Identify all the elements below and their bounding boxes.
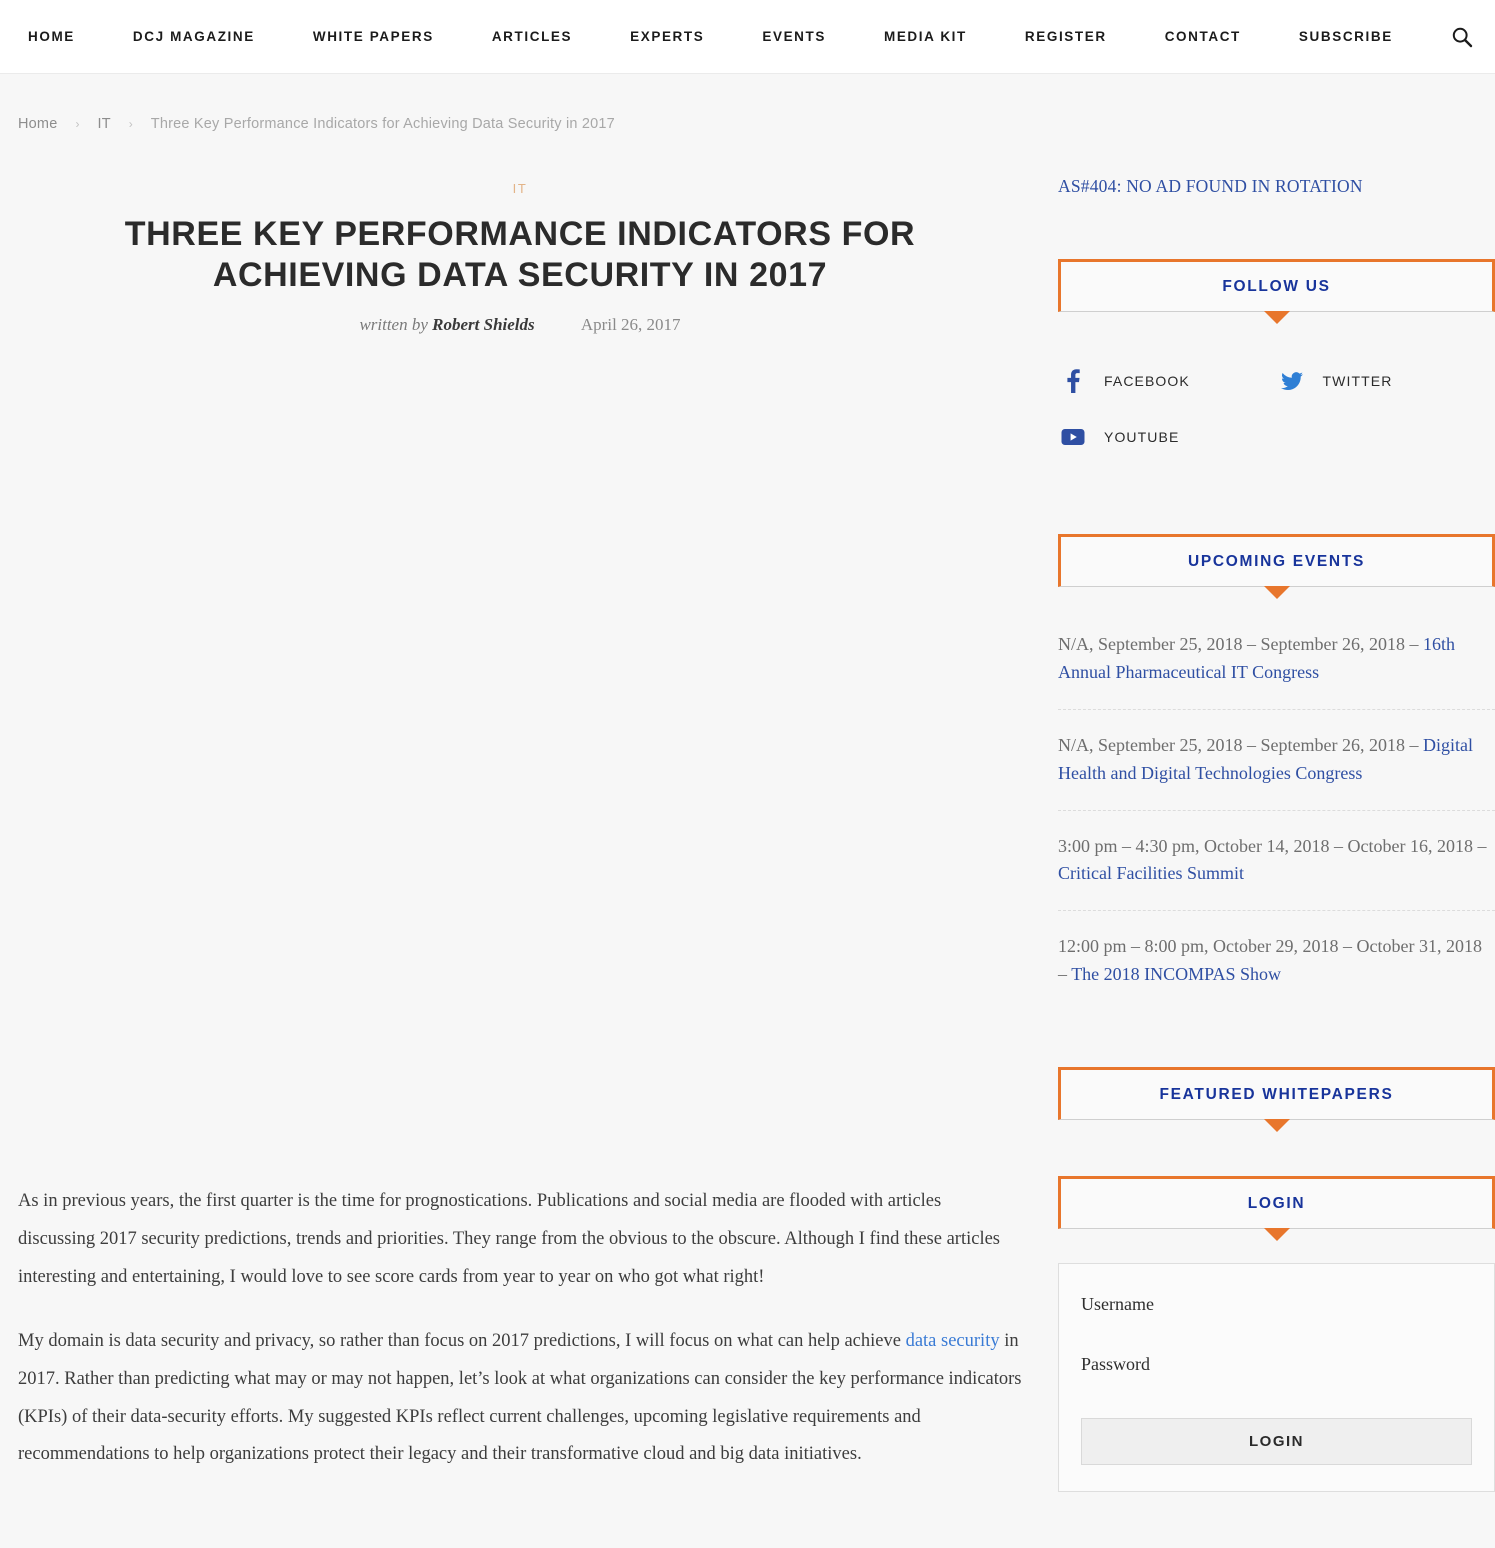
event-date: N/A, September 25, 2018 – September 26, …: [1058, 634, 1423, 654]
social-link-twitter[interactable]: TWITTER: [1277, 366, 1495, 396]
breadcrumb-home[interactable]: Home: [18, 116, 57, 132]
nav-item-dcj-magazine[interactable]: DCJ MAGAZINE: [133, 29, 255, 44]
social-link-label: FACEBOOK: [1104, 373, 1190, 389]
author-link[interactable]: Robert Shields: [432, 315, 535, 334]
widget-title: FEATURED WHITEPAPERS: [1071, 1086, 1482, 1104]
breadcrumb-separator: ›: [75, 117, 79, 131]
nav-item-experts[interactable]: EXPERTS: [630, 29, 704, 44]
event-date: 3:00 pm – 4:30 pm, October 14, 2018 – Oc…: [1058, 836, 1486, 856]
widget-featured-whitepapers: FEATURED WHITEPAPERS: [1058, 1067, 1495, 1120]
widget-upcoming-events: UPCOMING EVENTS N/A, September 25, 2018 …: [1058, 534, 1495, 1011]
widget-header: UPCOMING EVENTS: [1058, 534, 1495, 587]
primary-nav: HOME DCJ MAGAZINE WHITE PAPERS ARTICLES EXPE…: [18, 29, 1451, 44]
social-link-label: YOUTUBE: [1104, 429, 1179, 445]
widget-follow-us: FOLLOW US FACEBOOK TWITTER YOUTUBE: [1058, 259, 1495, 478]
article-paragraph: As in previous years, the first quarter …: [18, 1183, 1022, 1297]
widget-title: UPCOMING EVENTS: [1071, 553, 1482, 571]
social-link-youtube[interactable]: YOUTUBE: [1058, 422, 1277, 452]
main-content-column: IT THREE KEY PERFORMANCE INDICATORS FOR …: [18, 132, 1022, 1500]
breadcrumb-separator: ›: [129, 117, 133, 131]
article-body: As in previous years, the first quarter …: [18, 1183, 1022, 1474]
event-list-item: N/A, September 25, 2018 – September 26, …: [1058, 619, 1495, 710]
widget-body: FACEBOOK TWITTER YOUTUBE: [1058, 312, 1495, 478]
event-list-item: 12:00 pm – 8:00 pm, October 29, 2018 – O…: [1058, 911, 1495, 1011]
nav-item-media-kit[interactable]: MEDIA KIT: [884, 29, 967, 44]
article-category-link[interactable]: IT: [513, 181, 528, 196]
password-field[interactable]: [1081, 1350, 1472, 1410]
nav-item-subscribe[interactable]: SUBSCRIBE: [1299, 29, 1393, 44]
written-by-label: written by: [359, 315, 427, 334]
social-links-grid: FACEBOOK TWITTER YOUTUBE: [1058, 344, 1495, 478]
nav-item-white-papers[interactable]: WHITE PAPERS: [313, 29, 434, 44]
event-date: N/A, September 25, 2018 – September 26, …: [1058, 735, 1423, 755]
widget-title: LOGIN: [1071, 1195, 1482, 1213]
widget-header: FOLLOW US: [1058, 259, 1495, 312]
breadcrumb-section[interactable]: IT: [97, 116, 110, 132]
facebook-icon: [1058, 366, 1088, 396]
login-form: LOGIN: [1058, 1263, 1495, 1492]
breadcrumb-current: Three Key Performance Indicators for Ach…: [151, 116, 615, 132]
page-title: THREE KEY PERFORMANCE INDICATORS FOR ACH…: [30, 214, 1010, 297]
nav-item-articles[interactable]: ARTICLES: [492, 29, 572, 44]
data-security-link[interactable]: data security: [906, 1331, 1000, 1351]
widget-title: FOLLOW US: [1071, 278, 1482, 296]
page-layout: IT THREE KEY PERFORMANCE INDICATORS FOR …: [0, 132, 1495, 1548]
youtube-icon: [1058, 422, 1088, 452]
sidebar: AS#404: NO AD FOUND IN ROTATION FOLLOW U…: [1058, 132, 1495, 1548]
event-title-link[interactable]: Critical Facilities Summit: [1058, 863, 1244, 883]
publish-date: April 26, 2017: [581, 315, 681, 334]
nav-item-contact[interactable]: CONTACT: [1165, 29, 1241, 44]
article-byline: written by Robert Shields April 26, 2017: [18, 315, 1022, 335]
ad-slot-notice[interactable]: AS#404: NO AD FOUND IN ROTATION: [1058, 176, 1495, 197]
events-list: N/A, September 25, 2018 – September 26, …: [1058, 587, 1495, 1011]
nav-item-register[interactable]: REGISTER: [1025, 29, 1107, 44]
nav-item-events[interactable]: EVENTS: [762, 29, 826, 44]
search-icon[interactable]: [1451, 24, 1473, 50]
paragraph-text: My domain is data security and privacy, …: [18, 1331, 906, 1351]
article-header: IT THREE KEY PERFORMANCE INDICATORS FOR …: [18, 132, 1022, 335]
event-list-item: 3:00 pm – 4:30 pm, October 14, 2018 – Oc…: [1058, 811, 1495, 912]
featured-image-placeholder: [18, 335, 1022, 1183]
widget-login: LOGIN LOGIN: [1058, 1176, 1495, 1492]
top-navigation-bar: HOME DCJ MAGAZINE WHITE PAPERS ARTICLES EXPE…: [0, 0, 1495, 74]
twitter-icon: [1277, 366, 1307, 396]
login-button[interactable]: LOGIN: [1081, 1418, 1472, 1465]
username-field[interactable]: [1081, 1290, 1472, 1350]
event-title-link[interactable]: The 2018 INCOMPAS Show: [1071, 964, 1281, 984]
widget-header: FEATURED WHITEPAPERS: [1058, 1067, 1495, 1120]
breadcrumb: Home › IT › Three Key Performance Indica…: [0, 74, 1495, 132]
article-paragraph: My domain is data security and privacy, …: [18, 1323, 1022, 1475]
event-list-item: N/A, September 25, 2018 – September 26, …: [1058, 710, 1495, 811]
widget-header: LOGIN: [1058, 1176, 1495, 1229]
social-link-facebook[interactable]: FACEBOOK: [1058, 366, 1277, 396]
nav-item-home[interactable]: HOME: [28, 29, 75, 44]
social-link-label: TWITTER: [1323, 373, 1393, 389]
